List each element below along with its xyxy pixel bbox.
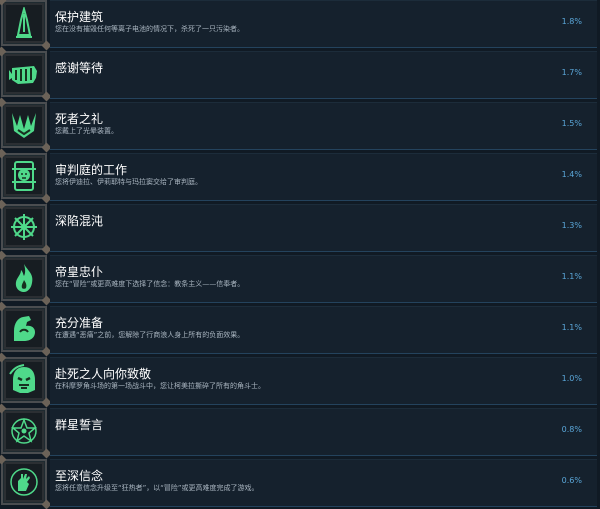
achievement-row[interactable]: 审判庭的工作 您将伊迪拉、伊莉耶特与玛拉窦交给了审判庭。 1.4% (0, 153, 600, 201)
achievement-name: 群星誓言 (55, 418, 104, 432)
flame-icon (1, 255, 47, 301)
achievement-row[interactable]: 赴死之人向你致敬 在科摩罗角斗场的第一场战斗中，您让柯美拉撕碎了所有的角斗士。 1.… (0, 357, 600, 405)
unlock-percentage: 1.5% (561, 119, 582, 128)
achievement-panel: 死者之礼 您戴上了光晕装置。 1.5% (50, 102, 597, 150)
achievement-panel: 审判庭的工作 您将伊迪拉、伊莉耶特与玛拉窦交给了审判庭。 1.4% (50, 153, 597, 201)
unlock-percentage: 1.1% (561, 272, 582, 281)
achievement-row[interactable]: 死者之礼 您戴上了光晕装置。 1.5% (0, 102, 600, 150)
achievement-panel: 深陷混沌 1.3% (50, 204, 597, 252)
flexed-arm-icon (1, 306, 47, 352)
achievement-list: 保护建筑 您在没有摧毁任何等离子电池的情况下，杀死了一只污染者。 1.8% 感谢等待 1… (0, 0, 600, 507)
achievement-panel: 充分准备 在遭遇“恶痛”之前，您解除了行商浪人身上所有的负面效果。 1.1% (50, 306, 597, 354)
achievement-panel: 感谢等待 1.7% (50, 51, 597, 99)
achievement-name: 感谢等待 (55, 61, 104, 75)
unlock-percentage: 0.8% (561, 425, 582, 434)
unlock-percentage: 1.0% (561, 374, 582, 383)
achievement-name: 保护建筑 (55, 10, 104, 24)
achievement-row[interactable]: 帝皇忠仆 您在“冒险”或更高难度下选择了信念：教条主义——信奉者。 1.1% (0, 255, 600, 303)
achievement-panel: 赴死之人向你致敬 在科摩罗角斗场的第一场战斗中，您让柯美拉撕碎了所有的角斗士。 1.… (50, 357, 597, 405)
achievement-row[interactable]: 保护建筑 您在没有摧毁任何等离子电池的情况下，杀死了一只污染者。 1.8% (0, 0, 600, 48)
unlock-percentage: 1.1% (561, 323, 582, 332)
achievement-name: 死者之礼 (55, 112, 104, 126)
achievement-name: 深陷混沌 (55, 214, 104, 228)
achievement-description: 您将伊迪拉、伊莉耶特与玛拉窦交给了审判庭。 (55, 178, 202, 186)
achievement-description: 您戴上了光晕装置。 (55, 127, 118, 135)
achievement-description: 您在“冒险”或更高难度下选择了信念：教条主义——信奉者。 (55, 280, 245, 288)
chaos-star-icon (1, 204, 47, 250)
achievement-name: 帝皇忠仆 (55, 265, 104, 279)
achievement-row[interactable]: 群星誓言 0.8% (0, 408, 600, 456)
achievement-name: 审判庭的工作 (55, 163, 128, 177)
unlock-percentage: 1.8% (561, 17, 582, 26)
achievement-name: 至深信念 (55, 469, 104, 483)
halo-icon (1, 102, 47, 148)
achievement-name: 充分准备 (55, 316, 104, 330)
inquisition-icon (1, 153, 47, 199)
achievement-panel: 保护建筑 您在没有摧毁任何等离子电池的情况下，杀死了一只污染者。 1.8% (50, 0, 597, 48)
unlock-percentage: 1.3% (561, 221, 582, 230)
achievement-description: 在遭遇“恶痛”之前，您解除了行商浪人身上所有的负面效果。 (55, 331, 245, 339)
achievement-row[interactable]: 至深信念 您将任意信念升级至“狂热者”，以“冒险”或更高难度完成了游戏。 0.6% (0, 459, 600, 507)
achievement-row[interactable]: 充分准备 在遭遇“恶痛”之前，您解除了行商浪人身上所有的负面效果。 1.1% (0, 306, 600, 354)
achievement-description: 您在没有摧毁任何等离子电池的情况下，杀死了一只污染者。 (55, 25, 244, 33)
star-oath-icon (1, 408, 47, 454)
achievement-name: 赴死之人向你致敬 (55, 367, 152, 381)
achievement-row[interactable]: 感谢等待 1.7% (0, 51, 600, 99)
unlock-percentage: 0.6% (561, 476, 582, 485)
achievement-row[interactable]: 深陷混沌 1.3% (0, 204, 600, 252)
gauntlet-icon (1, 51, 47, 97)
achievement-panel: 至深信念 您将任意信念升级至“狂热者”，以“冒险”或更高难度完成了游戏。 0.6% (50, 459, 597, 507)
unlock-percentage: 1.4% (561, 170, 582, 179)
achievement-description: 您将任意信念升级至“狂热者”，以“冒险”或更高难度完成了游戏。 (55, 484, 259, 492)
devout-hand-icon (1, 459, 47, 505)
achievement-panel: 帝皇忠仆 您在“冒险”或更高难度下选择了信念：教条主义——信奉者。 1.1% (50, 255, 597, 303)
unlock-percentage: 1.7% (561, 68, 582, 77)
achievement-panel: 群星誓言 0.8% (50, 408, 597, 456)
achievement-description: 在科摩罗角斗场的第一场战斗中，您让柯美拉撕碎了所有的角斗士。 (55, 382, 265, 390)
spire-icon (1, 0, 47, 46)
gladiator-helm-icon (1, 357, 47, 403)
